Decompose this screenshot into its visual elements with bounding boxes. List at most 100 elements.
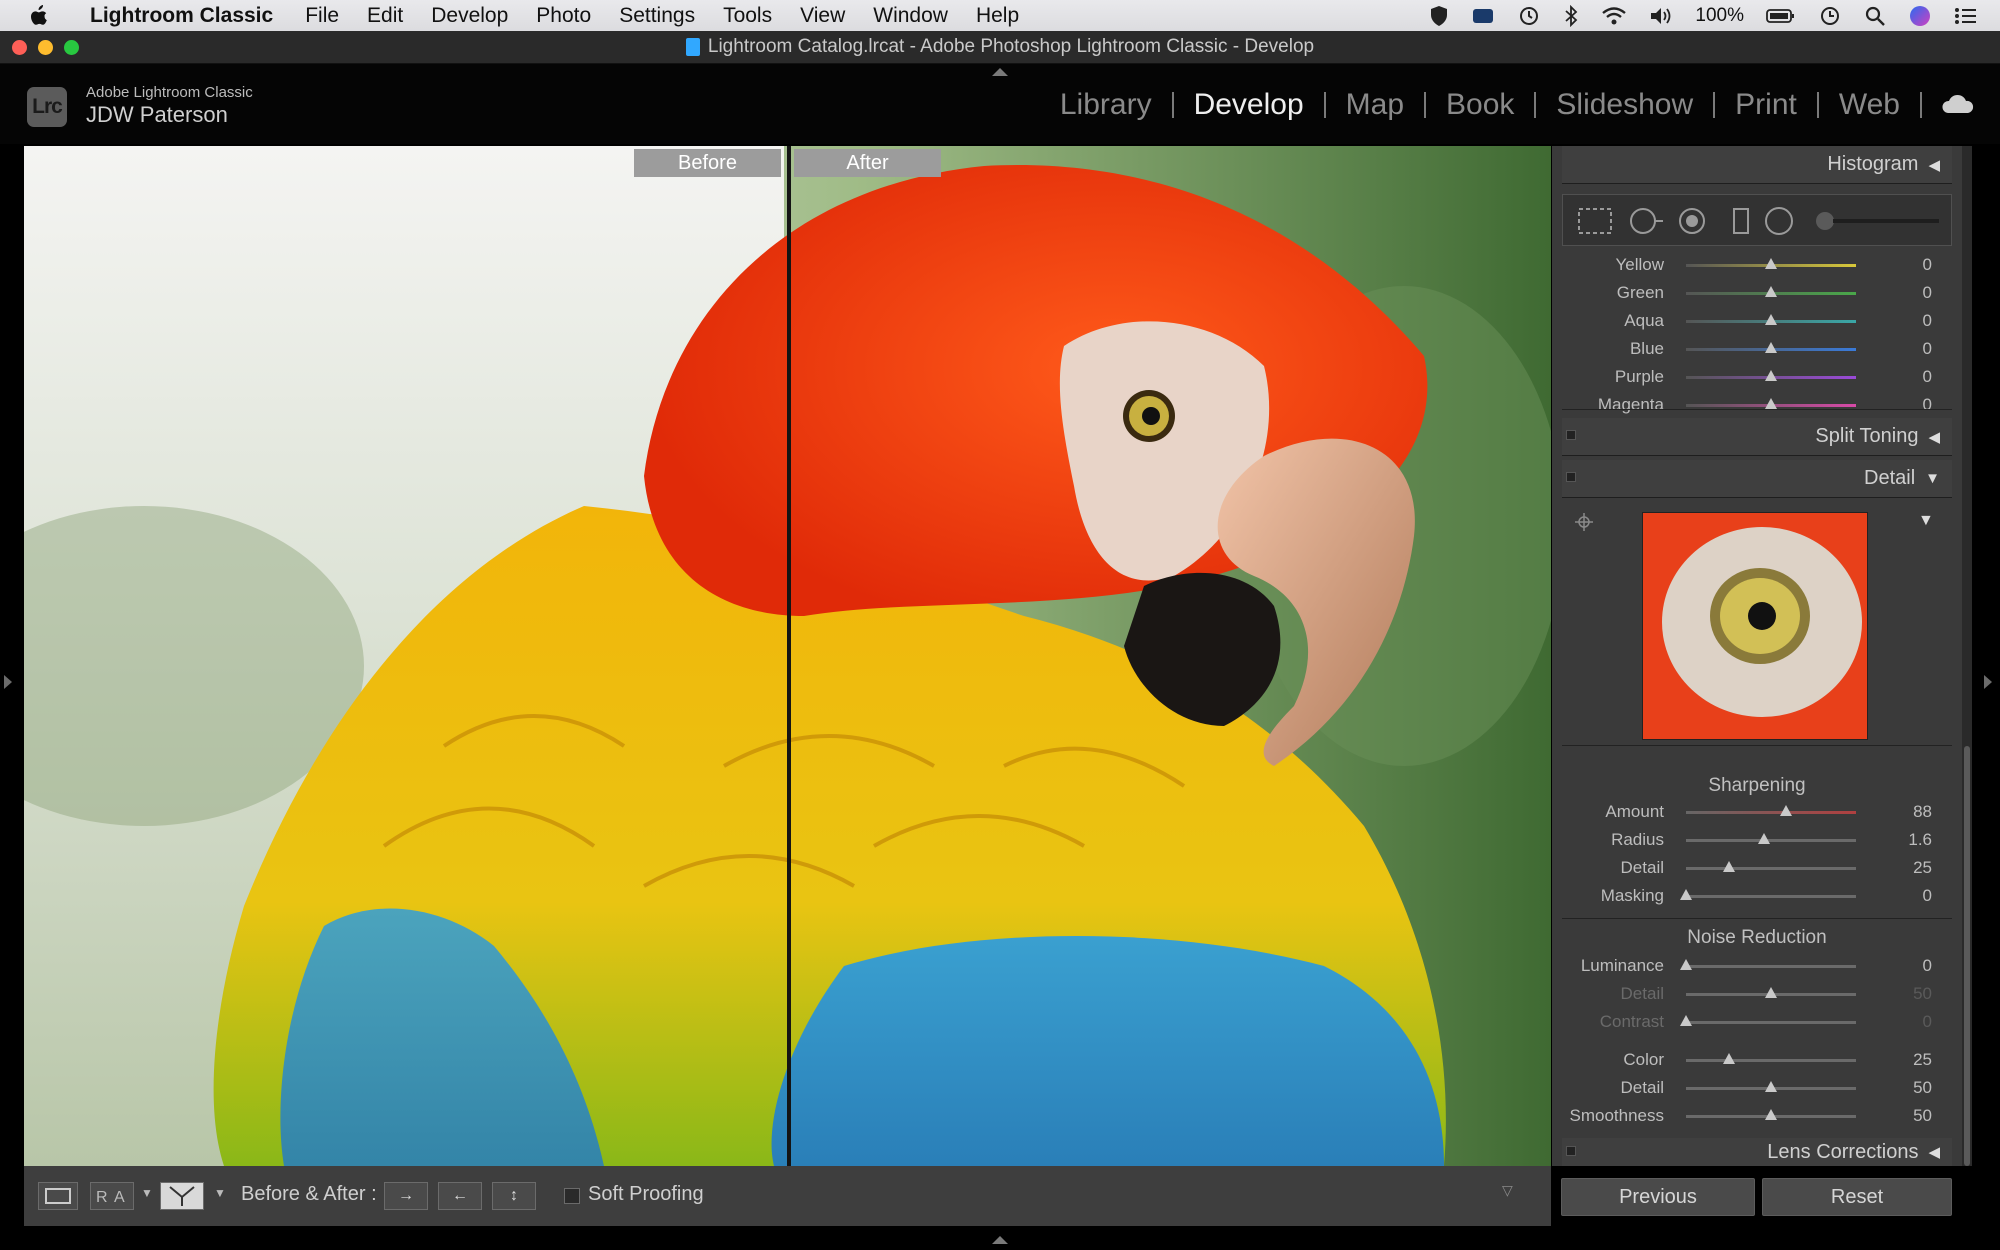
sharpening-amount-slider-track[interactable] <box>1686 804 1856 816</box>
hsl-purple-slider-track[interactable] <box>1686 369 1856 381</box>
detail-panel-header[interactable]: Detail ▼ <box>1562 460 1952 498</box>
split-view-button[interactable] <box>160 1182 204 1210</box>
target-adjust-icon[interactable] <box>1574 512 1594 532</box>
module-develop[interactable]: Develop <box>1174 88 1324 122</box>
minimize-window-button[interactable] <box>38 40 53 55</box>
clock-icon[interactable] <box>1818 5 1842 27</box>
reset-button[interactable]: Reset <box>1762 1178 1952 1216</box>
noise-smoothness-slider-track[interactable] <box>1686 1108 1856 1120</box>
hsl-yellow-slider-row[interactable]: Yellow 0 <box>1562 251 1952 279</box>
lens-corrections-panel-header[interactable]: Lens Corrections ◀ <box>1562 1138 1952 1166</box>
preview-toggle-icon[interactable]: ▼ <box>1918 512 1934 530</box>
split-toning-panel-header[interactable]: Split Toning ◀ <box>1562 418 1952 456</box>
copy-before-to-after-button[interactable]: → <box>384 1182 428 1210</box>
filmstrip-toggle-icon[interactable] <box>992 1236 1008 1244</box>
hsl-blue-slider-thumb[interactable] <box>1765 341 1777 353</box>
sharpening-detail-value[interactable]: 25 <box>1913 858 1932 878</box>
sharpening-masking-slider-track[interactable] <box>1680 888 1856 900</box>
noise-luminance-value[interactable]: 0 <box>1923 956 1932 976</box>
hsl-magenta-slider-row[interactable]: Magenta 0 <box>1562 391 1952 419</box>
red-eye-icon[interactable] <box>1679 208 1705 234</box>
hsl-yellow-slider-thumb[interactable] <box>1765 257 1777 269</box>
hsl-purple-slider-thumb[interactable] <box>1765 369 1777 381</box>
app-menu[interactable]: Lightroom Classic <box>76 4 291 28</box>
hsl-green-slider-row[interactable]: Green 0 <box>1562 279 1952 307</box>
hsl-magenta-slider-track[interactable] <box>1686 397 1856 409</box>
top-panel-toggle-icon[interactable] <box>992 68 1008 76</box>
noise-smoothness-slider-row[interactable]: Smoothness 50 <box>1562 1102 1952 1130</box>
time-machine-icon[interactable] <box>1517 5 1541 27</box>
hsl-green-value[interactable]: 0 <box>1923 283 1932 303</box>
noise-detail-slider-row[interactable]: Detail 50 <box>1562 980 1952 1008</box>
scrollbar-thumb[interactable] <box>1964 746 1970 1166</box>
spot-removal-icon[interactable] <box>1630 208 1663 234</box>
hsl-blue-value[interactable]: 0 <box>1923 339 1932 359</box>
menu-tools[interactable]: Tools <box>709 4 786 28</box>
battery-icon[interactable] <box>1766 5 1796 27</box>
view-mode-dropdown-arrow[interactable]: ▼ <box>141 1186 153 1200</box>
hsl-yellow-value[interactable]: 0 <box>1923 255 1932 275</box>
volume-icon[interactable] <box>1649 5 1673 27</box>
noise-color-slider-row[interactable]: Color 25 <box>1562 1046 1952 1074</box>
spotlight-search-icon[interactable] <box>1864 5 1886 27</box>
siri-icon[interactable] <box>1908 4 1932 28</box>
noise-detail-value[interactable]: 50 <box>1913 1078 1932 1098</box>
hsl-purple-slider-row[interactable]: Purple 0 <box>1562 363 1952 391</box>
menu-edit[interactable]: Edit <box>353 4 417 28</box>
sharpening-radius-slider-row[interactable]: Radius 1.6 <box>1562 826 1952 854</box>
detail-zoom-preview[interactable] <box>1642 512 1868 740</box>
panel-toggle-switch[interactable] <box>1566 1146 1576 1156</box>
sharpening-radius-value[interactable]: 1.6 <box>1908 830 1932 850</box>
noise-color-slider-track[interactable] <box>1686 1052 1856 1064</box>
module-print[interactable]: Print <box>1715 88 1817 122</box>
noise-smoothness-slider-thumb[interactable] <box>1765 1108 1777 1120</box>
notification-center-icon[interactable] <box>1954 5 1978 27</box>
module-book[interactable]: Book <box>1426 88 1534 122</box>
creative-cloud-sync-icon[interactable] <box>1471 5 1495 27</box>
panel-scrollbar[interactable] <box>1962 146 1972 1166</box>
menu-settings[interactable]: Settings <box>605 4 709 28</box>
panel-toggle-switch[interactable] <box>1566 430 1576 440</box>
noise-luminance-slider-thumb[interactable] <box>1680 958 1692 970</box>
zoom-window-button[interactable] <box>64 40 79 55</box>
noise-detail-value[interactable]: 50 <box>1913 984 1932 1004</box>
bluetooth-icon[interactable] <box>1563 4 1579 27</box>
shield-icon[interactable] <box>1429 5 1449 27</box>
hsl-magenta-value[interactable]: 0 <box>1923 395 1932 415</box>
sharpening-amount-slider-thumb[interactable] <box>1780 804 1793 816</box>
noise-contrast-value[interactable]: 0 <box>1923 1012 1932 1032</box>
hsl-green-slider-thumb[interactable] <box>1765 285 1777 297</box>
sharpening-radius-slider-track[interactable] <box>1686 832 1856 844</box>
noise-color-slider-thumb[interactable] <box>1722 1052 1735 1064</box>
noise-detail-slider-track[interactable] <box>1686 1080 1856 1092</box>
previous-button[interactable]: Previous <box>1561 1178 1755 1216</box>
noise-detail-slider-thumb[interactable] <box>1765 1080 1777 1092</box>
noise-detail-slider-track[interactable] <box>1686 986 1856 998</box>
noise-luminance-slider-track[interactable] <box>1680 958 1856 970</box>
module-map[interactable]: Map <box>1326 88 1424 122</box>
toolbar-options-dropdown-icon[interactable]: ▽ <box>1502 1182 1513 1199</box>
noise-color-value[interactable]: 25 <box>1913 1050 1932 1070</box>
hsl-purple-value[interactable]: 0 <box>1923 367 1932 387</box>
hsl-aqua-slider-track[interactable] <box>1686 313 1856 325</box>
copy-after-to-before-button[interactable]: ← <box>438 1182 482 1210</box>
menu-photo[interactable]: Photo <box>522 4 605 28</box>
noise-contrast-slider-thumb[interactable] <box>1680 1014 1692 1026</box>
sharpening-detail-slider-thumb[interactable] <box>1722 860 1735 872</box>
right-panel-toggle-icon[interactable] <box>1984 675 1992 689</box>
sharpening-detail-slider-row[interactable]: Detail 25 <box>1562 854 1952 882</box>
noise-smoothness-value[interactable]: 50 <box>1913 1106 1932 1126</box>
loupe-view-button[interactable] <box>38 1182 78 1210</box>
hsl-blue-slider-row[interactable]: Blue 0 <box>1562 335 1952 363</box>
left-panel-toggle-icon[interactable] <box>4 675 12 689</box>
swap-before-after-button[interactable]: ↕ <box>492 1182 536 1210</box>
histogram-panel-header[interactable]: Histogram ◀ <box>1562 146 1952 184</box>
noise-detail-slider-thumb[interactable] <box>1765 986 1777 998</box>
sharpening-radius-slider-thumb[interactable] <box>1758 832 1771 844</box>
module-slideshow[interactable]: Slideshow <box>1536 88 1713 122</box>
hsl-aqua-slider-row[interactable]: Aqua 0 <box>1562 307 1952 335</box>
noise-contrast-slider-track[interactable] <box>1680 1014 1856 1026</box>
sharpening-amount-value[interactable]: 88 <box>1913 802 1932 822</box>
wifi-icon[interactable] <box>1601 5 1627 27</box>
radial-filter-icon[interactable] <box>1765 207 1793 235</box>
